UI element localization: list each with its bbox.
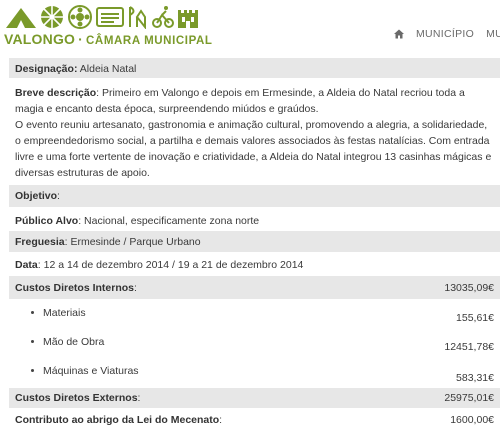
freguesia-value: : Ermesinde / Parque Urbano: [64, 236, 201, 248]
data-row: Data: 12 a 14 de dezembro 2014 / 19 a 21…: [9, 252, 500, 276]
flower-icon: [68, 5, 92, 29]
top-nav: MUNICÍPIO MUNICÍ: [394, 28, 500, 40]
cost-item-label: Materiais: [43, 307, 86, 319]
cost-item-value: 583,31€: [456, 372, 494, 384]
objetivo-label: Objetivo: [15, 190, 58, 202]
bullet-icon: [31, 339, 34, 343]
mecenato-label: Contributo ao abrigo da Lei do Mecenato: [15, 414, 220, 426]
castle-icon: [178, 10, 198, 28]
cost-item-materiais: Materiais 155,61€: [9, 299, 500, 328]
logo-icon-strip[interactable]: [5, 4, 199, 30]
site-header: VALONGO·CÂMARA MUNICIPAL MUNICÍPIO MUNIC…: [0, 0, 500, 50]
publico-alvo-value: : Nacional, especificamente zona norte: [78, 215, 260, 227]
cost-item-label-group: Materiais: [31, 307, 86, 319]
publico-alvo-label: Público Alvo: [15, 215, 79, 227]
mecenato-label-group: Contributo ao abrigo da Lei do Mecenato:: [15, 412, 222, 428]
cost-item-maquinas: Máquinas e Viaturas 583,31€: [9, 358, 500, 387]
breve-descricao-paragraph: O evento reuniu artesanato, gastronomia …: [15, 119, 492, 179]
custos-externos-value: 25975,01€: [444, 392, 494, 404]
brand-subtitle: CÂMARA MUNICIPAL: [86, 35, 213, 47]
custos-internos-colon: :: [134, 281, 137, 294]
designacao-label: Designação:: [15, 63, 78, 75]
custos-internos-label-group: Custos Diretos Internos:: [15, 280, 137, 296]
objetivo-row: Objetivo:: [9, 185, 500, 207]
cost-item-value: 155,61€: [456, 312, 494, 324]
cost-item-label-group: Mão de Obra: [31, 336, 104, 348]
project-details: Designação: Aldeia Natal Breve descrição…: [9, 58, 500, 430]
nav-item-municipio[interactable]: MUNICÍPIO: [416, 28, 474, 40]
mecenato-value: 1600,00€: [450, 414, 494, 426]
cost-item-label-group: Máquinas e Viaturas: [31, 365, 139, 377]
data-label: Data: [15, 259, 38, 271]
custos-internos-label: Custos Diretos Internos: [15, 281, 135, 294]
designacao-row: Designação: Aldeia Natal: [9, 58, 500, 78]
custos-externos-label: Custos Diretos Externos: [15, 392, 138, 404]
crafts-icon: [129, 6, 146, 29]
publico-alvo-row: Público Alvo: Nacional, especificamente …: [9, 207, 500, 231]
screen-icon: [96, 7, 124, 27]
cyclist-icon: [152, 6, 174, 28]
nav-item-municipio-truncated[interactable]: MUNICÍ: [486, 28, 500, 40]
home-icon[interactable]: [394, 29, 404, 39]
freguesia-row: Freguesia: Ermesinde / Parque Urbano: [9, 231, 500, 252]
custos-externos-label-group: Custos Diretos Externos:: [15, 390, 140, 406]
custos-internos-value: 13035,09€: [444, 281, 494, 294]
brand-separator: ·: [78, 31, 84, 47]
bullet-icon: [31, 368, 34, 372]
freguesia-label: Freguesia: [15, 236, 65, 248]
custos-externos-row: Custos Diretos Externos: 25975,01€: [9, 388, 500, 408]
tent-icon: [6, 8, 36, 28]
mecenato-row: Contributo ao abrigo da Lei do Mecenato:…: [9, 410, 500, 430]
breve-descricao-label: Breve descrição: [15, 87, 97, 99]
breve-descricao-row: Breve descrição: Primeiro em Valongo e d…: [9, 78, 500, 185]
ball-icon: [41, 6, 63, 28]
mecenato-colon: :: [219, 414, 223, 426]
bullet-icon: [31, 310, 34, 314]
cost-item-label: Máquinas e Viaturas: [43, 365, 139, 377]
brand-name: VALONGO: [4, 31, 76, 47]
custos-externos-colon: :: [137, 392, 141, 404]
objetivo-value: :: [57, 190, 60, 202]
data-value: : 12 a 14 de dezembro 2014 / 19 a 21 de …: [37, 259, 304, 271]
brand-wordmark[interactable]: VALONGO · CÂMARA MUNICIPAL: [4, 31, 213, 47]
cost-item-mao-de-obra: Mão de Obra 12451,78€: [9, 328, 500, 358]
cost-item-label: Mão de Obra: [43, 336, 105, 348]
custos-internos-row: Custos Diretos Internos: 13035,09€: [9, 276, 500, 299]
cost-item-value: 12451,78€: [444, 341, 494, 353]
designacao-value: Aldeia Natal: [77, 63, 137, 75]
